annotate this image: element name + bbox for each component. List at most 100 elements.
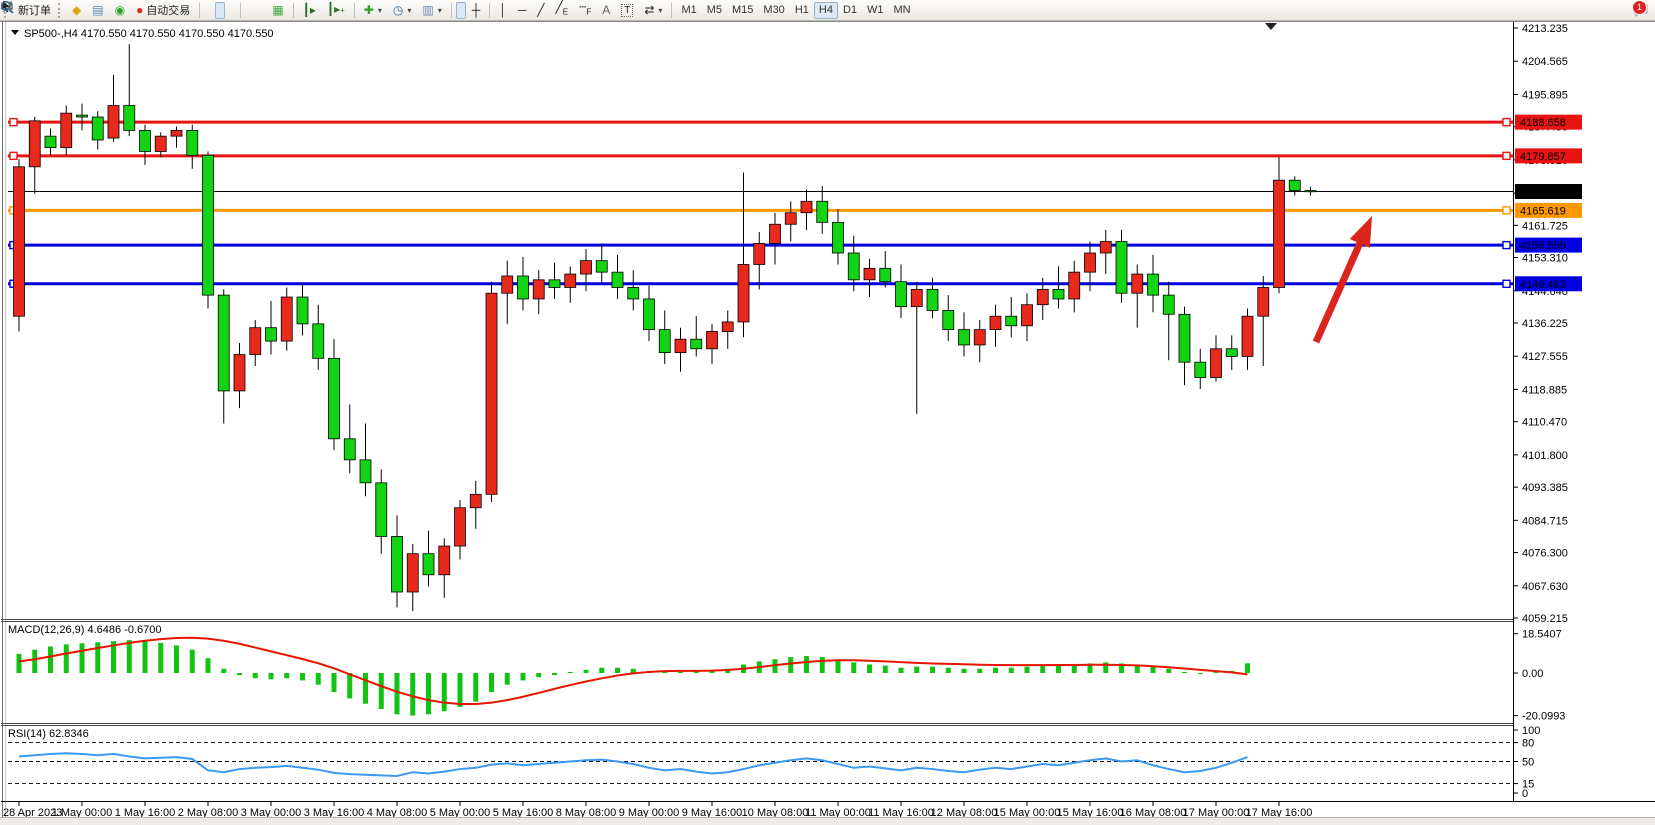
macd-histogram-bar (521, 673, 526, 680)
line-anchor[interactable] (1503, 207, 1510, 214)
candlestick (92, 117, 103, 140)
bar-chart-mode-button[interactable] (204, 2, 214, 19)
chart-shift-marker[interactable] (1265, 23, 1277, 30)
candlestick (864, 268, 875, 279)
auto-trading-button[interactable]: ● 自动交易 (131, 2, 195, 19)
timeframe-d1[interactable]: D1 (838, 2, 862, 19)
candlestick (565, 274, 576, 287)
macd-histogram-bar (568, 672, 573, 673)
signal-icon: ◉ (115, 4, 125, 16)
line-chart-mode-button[interactable] (226, 2, 236, 19)
macd-histogram-bar (316, 673, 321, 685)
timeframe-h1[interactable]: H1 (790, 2, 814, 19)
timeframe-h4[interactable]: H4 (814, 2, 838, 19)
macd-histogram-bar (883, 666, 888, 673)
candlestick (770, 224, 781, 243)
line-anchor[interactable] (1503, 119, 1510, 126)
candlestick (880, 268, 891, 281)
price-axis-label: 4093.385 (1522, 482, 1568, 494)
candlestick (266, 328, 277, 341)
line-anchor[interactable] (1503, 152, 1510, 159)
timeframe-m5[interactable]: M5 (702, 2, 727, 19)
auto-scroll-button[interactable]: ┃▸ (298, 2, 321, 19)
chart-canvas[interactable]: SP500-,H4 4170.550 4170.550 4170.550 417… (0, 0, 1655, 825)
fibonacci-tool-button[interactable]: ┄F (574, 2, 596, 19)
macd-histogram-bar (143, 641, 148, 673)
candlestick (14, 167, 25, 316)
new-order-button[interactable]: 新订单 (13, 2, 56, 19)
price-axis-label: 4076.300 (1522, 548, 1568, 560)
cursor-tool-button[interactable] (456, 2, 466, 19)
candlestick (1305, 191, 1316, 192)
candlestick (486, 293, 497, 494)
zoom-out-button[interactable] (256, 2, 266, 19)
rsi-label: RSI(14) 62.8346 (8, 728, 89, 740)
rsi-axis-label: 0 (1522, 788, 1528, 800)
trend-arrow-head[interactable] (1350, 216, 1372, 248)
periods-button[interactable]: ◷▾ (388, 2, 417, 19)
trendline-tool-button[interactable]: ╱ (532, 2, 549, 19)
toolbar-grip[interactable] (58, 3, 63, 18)
line-anchor[interactable] (1503, 280, 1510, 287)
candlestick (407, 554, 418, 592)
candlestick (1258, 287, 1269, 316)
search-button[interactable] (1621, 2, 1631, 19)
tile-windows-button[interactable]: ▦ (267, 2, 288, 19)
rsi-axis-label: 80 (1522, 738, 1534, 750)
price-axis-label: 4067.630 (1522, 581, 1568, 593)
candlestick (691, 339, 702, 349)
macd-histogram-bar (1245, 663, 1250, 673)
price-axis-label: 4153.310 (1522, 253, 1568, 265)
timeframe-m30[interactable]: M30 (758, 2, 789, 19)
timeframe-w1[interactable]: W1 (862, 2, 889, 19)
macd-axis-label: 0.00 (1522, 668, 1543, 680)
text-label-tool-button[interactable]: T (616, 2, 638, 19)
macd-histogram-bar (584, 670, 589, 673)
price-axis-label: 4118.885 (1522, 384, 1567, 396)
macd-histogram-bar (788, 657, 793, 673)
line-anchor[interactable] (1503, 242, 1510, 249)
indicators-button[interactable]: ✚▾ (359, 2, 387, 19)
candlestick (896, 282, 907, 307)
timeframe-m1[interactable]: M1 (676, 2, 701, 19)
zoom-in-button[interactable] (245, 2, 255, 19)
macd-histogram-bar (332, 673, 337, 692)
timeframe-m15[interactable]: M15 (727, 2, 758, 19)
crosshair-icon: ┼ (472, 4, 481, 16)
terminal-button[interactable]: ▤ (87, 2, 108, 19)
crosshair-tool-button[interactable]: ┼ (467, 2, 486, 19)
horizontal-line-tool-button[interactable]: ─ (513, 2, 532, 19)
trend-arrow-shaft[interactable] (1316, 238, 1362, 342)
candlestick (108, 106, 119, 139)
arrows-tool-button[interactable]: ⇄▾ (639, 2, 667, 19)
arrows-icon: ⇄ (644, 4, 654, 16)
chart-shift-button[interactable]: ┃▸+ (322, 2, 350, 19)
vertical-line-tool-button[interactable]: │ (494, 2, 512, 19)
candlestick (392, 536, 403, 592)
candlestick (1100, 242, 1111, 253)
rsi-line (19, 753, 1248, 776)
candlestick (722, 322, 733, 332)
notifications-button[interactable]: 1 (1632, 2, 1642, 19)
templates-button[interactable]: ▥▾ (417, 2, 446, 19)
candlestick-mode-button[interactable] (215, 2, 225, 19)
order-book-button[interactable]: ◆ (67, 2, 86, 19)
chevron-down-icon: ▾ (378, 6, 382, 15)
macd-histogram-bar (64, 644, 69, 673)
line-anchor[interactable] (10, 152, 17, 159)
symbol-dropdown-icon[interactable] (11, 30, 19, 35)
candlestick (596, 261, 607, 272)
macd-axis-label: 18.5407 (1522, 629, 1562, 641)
divider (240, 3, 241, 18)
candlestick (218, 295, 229, 391)
text-tool-button[interactable]: A (597, 2, 615, 19)
macd-histogram-bar (284, 673, 289, 678)
signal-button[interactable]: ◉ (110, 2, 130, 19)
timeframe-mn[interactable]: MN (889, 2, 916, 19)
channel-tool-button[interactable]: ╱E (551, 2, 574, 19)
candlestick (124, 106, 135, 131)
line-anchor[interactable] (10, 119, 17, 126)
chart-shift-icon: ┃▸+ (327, 3, 345, 17)
rsi-axis-label: 50 (1522, 757, 1534, 769)
candlestick (281, 297, 292, 341)
